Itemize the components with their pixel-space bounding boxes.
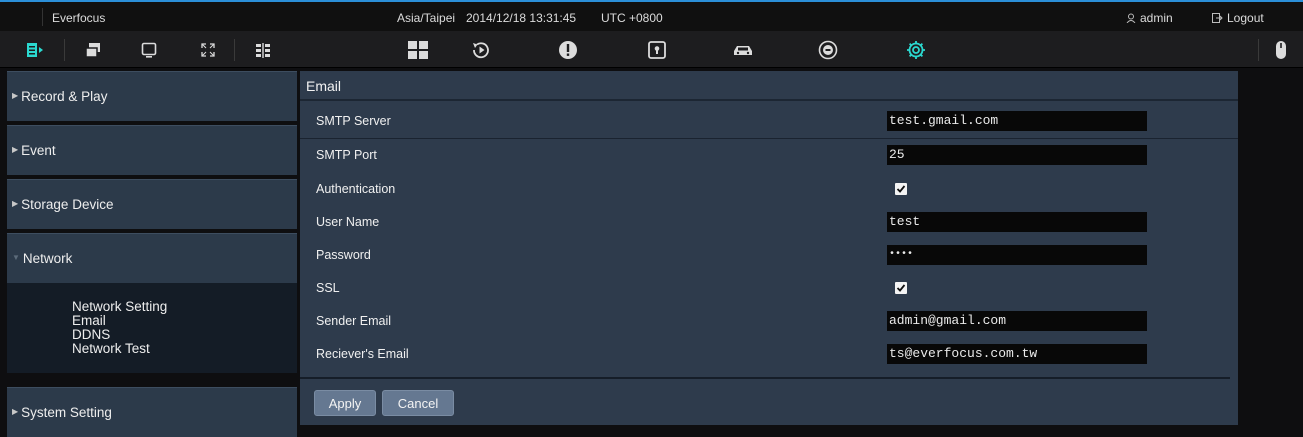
caret-right-icon: ▶ xyxy=(12,407,19,416)
username-label: User Name xyxy=(316,215,380,229)
toolbar xyxy=(0,31,1303,68)
caret-right-icon: ▶ xyxy=(12,199,19,208)
sidebar-item-event[interactable]: ▶ Event xyxy=(7,125,297,175)
toolbar-divider xyxy=(1258,39,1259,61)
monitor-icon[interactable] xyxy=(136,37,162,63)
window-overlap-icon[interactable] xyxy=(80,37,106,63)
datetime-label: 2014/12/18 13:31:45 xyxy=(466,11,577,25)
smtp-server-label: SMTP Server xyxy=(316,114,391,128)
toolbar-divider xyxy=(234,39,235,61)
disc-icon[interactable] xyxy=(815,37,841,63)
quad-view-icon[interactable] xyxy=(405,37,431,63)
sidebar-item-storage-device[interactable]: ▶ Storage Device xyxy=(7,179,297,229)
button-bar: Apply Cancel xyxy=(300,377,1230,425)
sidebar-item-label: Network xyxy=(22,251,73,266)
alert-icon[interactable] xyxy=(555,37,581,63)
sidebar: ▶ Record & Play ▶ Event ▶ Storage Device… xyxy=(7,71,297,437)
mouse-icon[interactable] xyxy=(1268,37,1294,63)
password-input[interactable]: •••• xyxy=(887,245,1147,265)
submenu-item-email[interactable]: Email xyxy=(72,314,297,328)
toolbar-divider xyxy=(64,39,65,61)
username: admin xyxy=(1140,11,1173,25)
sidebar-item-label: Event xyxy=(21,143,56,158)
split-view-icon[interactable] xyxy=(250,37,276,63)
app-window: Everfocus Asia/Taipei 2014/12/18 13:31:4… xyxy=(0,0,1303,437)
menu-icon[interactable] xyxy=(22,37,48,63)
caret-right-icon: ▶ xyxy=(12,145,19,154)
sidebar-item-label: System Setting xyxy=(21,405,112,420)
separator xyxy=(42,8,43,26)
status-bar: Everfocus Asia/Taipei 2014/12/18 13:31:4… xyxy=(0,0,1303,31)
ssl-checkbox[interactable] xyxy=(895,282,907,294)
app-name: Everfocus xyxy=(52,11,106,25)
lock-icon[interactable] xyxy=(644,37,670,63)
password-label: Password xyxy=(316,248,371,262)
user-icon xyxy=(1126,13,1136,23)
smtp-port-input[interactable]: 25 xyxy=(887,145,1147,165)
authentication-checkbox[interactable] xyxy=(895,183,907,195)
sidebar-item-label: Storage Device xyxy=(21,197,114,212)
logout-button[interactable]: Logout xyxy=(1212,11,1264,25)
panel-title: Email xyxy=(300,71,1238,101)
receiver-email-input[interactable]: ts@everfocus.com.tw xyxy=(887,344,1147,364)
user-menu[interactable]: admin xyxy=(1126,11,1173,25)
sidebar-item-network[interactable]: ▼ Network xyxy=(7,233,297,283)
submenu-item-network-setting[interactable]: Network Setting xyxy=(72,300,297,314)
username-input[interactable]: test xyxy=(887,212,1147,232)
submenu-item-network-test[interactable]: Network Test xyxy=(72,342,297,356)
checkmark-icon xyxy=(896,284,906,292)
cancel-button[interactable]: Cancel xyxy=(382,390,454,416)
divider xyxy=(300,138,1238,139)
caret-right-icon: ▶ xyxy=(12,91,19,100)
submenu-item-ddns[interactable]: DDNS xyxy=(72,328,297,342)
sender-email-label: Sender Email xyxy=(316,314,392,328)
checkmark-icon xyxy=(896,185,906,193)
apply-button[interactable]: Apply xyxy=(314,390,376,416)
receiver-email-label: Reciever's Email xyxy=(316,347,409,361)
ssl-label: SSL xyxy=(316,281,340,295)
playback-icon[interactable] xyxy=(468,37,494,63)
logout-icon xyxy=(1212,13,1223,23)
timezone-label: Asia/Taipei xyxy=(397,11,456,25)
caret-down-icon: ▼ xyxy=(12,253,20,262)
smtp-server-input[interactable]: test.gmail.com xyxy=(887,111,1147,131)
fullscreen-icon[interactable] xyxy=(195,37,221,63)
sidebar-item-label: Record & Play xyxy=(21,89,108,104)
utc-offset-label: UTC +0800 xyxy=(601,11,663,25)
smtp-port-label: SMTP Port xyxy=(316,148,377,162)
sidebar-item-record-play[interactable]: ▶ Record & Play xyxy=(7,71,297,121)
network-submenu: Network Setting Email DDNS Network Test xyxy=(7,283,297,373)
logout-label: Logout xyxy=(1227,11,1264,25)
authentication-label: Authentication xyxy=(316,182,396,196)
sender-email-input[interactable]: admin@gmail.com xyxy=(887,311,1147,331)
email-settings-panel: Email SMTP Server test.gmail.com SMTP Po… xyxy=(300,71,1238,425)
sidebar-item-system-setting[interactable]: ▶ System Setting xyxy=(7,387,297,437)
car-icon[interactable] xyxy=(730,37,756,63)
settings-icon[interactable] xyxy=(903,37,929,63)
